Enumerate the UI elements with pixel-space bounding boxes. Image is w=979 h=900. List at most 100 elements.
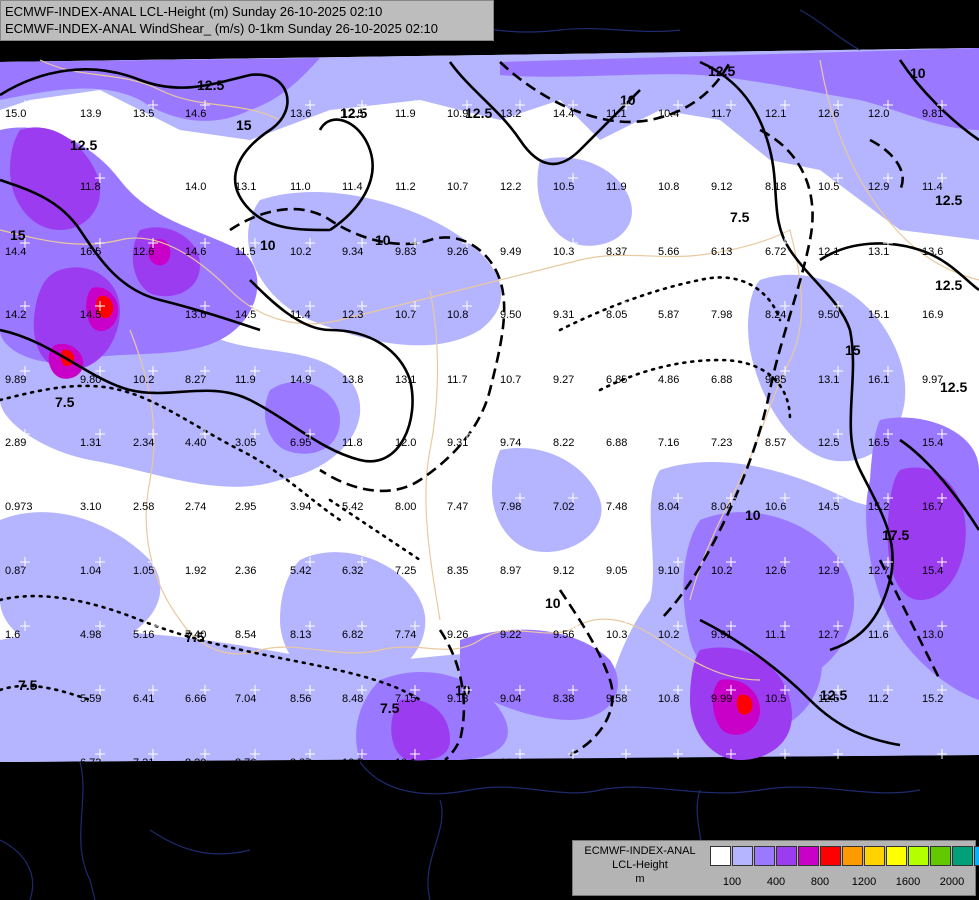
station-value: 13.6	[290, 108, 311, 120]
legend-model: ECMWF-INDEX-ANAL	[584, 845, 696, 857]
station-value: 8.05	[606, 309, 627, 321]
contour-label: 10	[910, 65, 926, 81]
station-value: 6.82	[342, 629, 363, 641]
station-value: 9.74	[500, 437, 521, 449]
station-value: 5.42	[290, 565, 311, 577]
station-value: 10.2	[658, 629, 679, 641]
map-canvas: 12.5 10 12.5 10 12.5 12.5 15 12.5 15 10 7.5 12.5 15 1…	[0, 9, 979, 900]
station-value: 7.74	[395, 629, 416, 641]
station-value: 10.5	[818, 181, 839, 193]
station-value: 9.22	[500, 629, 521, 641]
station-value: 15.0	[5, 108, 26, 120]
station-value: 6.32	[342, 565, 363, 577]
station-value: 6.72	[765, 246, 786, 258]
contour-label: 12.5	[465, 105, 492, 121]
station-value: 11.5	[235, 246, 256, 258]
station-value: 8.54	[235, 629, 256, 641]
station-value: 8.18	[765, 181, 786, 193]
station-value: 9.80	[80, 374, 101, 386]
station-value: 16.9	[922, 309, 943, 321]
station-value: 7.23	[711, 437, 732, 449]
station-value: 11.6	[868, 629, 889, 641]
legend-swatch	[754, 846, 775, 866]
contour-label: 7.5	[18, 677, 38, 693]
station-value: 8.37	[606, 246, 627, 258]
station-value: 12.6	[133, 246, 154, 258]
station-value: 14.5	[80, 309, 101, 321]
station-value: 5.16	[133, 629, 154, 641]
station-value: 9.99	[711, 693, 732, 705]
station-value: 1.6	[5, 629, 20, 641]
station-value: 8.57	[765, 437, 786, 449]
legend-tick: 100	[722, 876, 742, 888]
station-value: 8.76	[235, 757, 256, 769]
station-value: 1.31	[80, 437, 101, 449]
station-value: 13.2	[500, 108, 521, 120]
station-value: 8.04	[658, 501, 679, 513]
station-value: 5.87	[658, 309, 679, 321]
station-value: 6.66	[185, 693, 206, 705]
station-value: 11.9	[395, 108, 416, 120]
station-value: 10.8	[658, 693, 679, 705]
legend-swatch	[710, 846, 731, 866]
station-value: 10.6	[765, 501, 786, 513]
station-value: 13.5	[133, 108, 154, 120]
station-value: 1.92	[185, 565, 206, 577]
station-value: 9.27	[553, 374, 574, 386]
station-value: 9.50	[818, 309, 839, 321]
legend-tick: 1600	[895, 876, 921, 888]
station-value: 12.0	[868, 108, 889, 120]
contour-label: 15	[845, 342, 861, 358]
legend-tick: 800	[810, 876, 830, 888]
station-value: 2.58	[133, 501, 154, 513]
station-value: 14.6	[185, 246, 206, 258]
station-value: 11.6	[818, 757, 839, 769]
station-value: 2.36	[235, 565, 256, 577]
station-value: 11.4	[290, 309, 311, 321]
contour-label: 10	[620, 92, 636, 108]
station-value: 9.31	[553, 309, 574, 321]
station-value: 8.24	[765, 309, 786, 321]
legend-tick: 2000	[939, 876, 965, 888]
legend-swatch	[798, 846, 819, 866]
station-value: 7.67	[711, 757, 732, 769]
station-value: 12.6	[818, 108, 839, 120]
station-value: 9.26	[447, 246, 468, 258]
station-value: 10.5	[553, 757, 574, 769]
station-value: 9.85	[765, 374, 786, 386]
station-value: 10.8	[658, 181, 679, 193]
station-value: 9.81	[922, 108, 943, 120]
contour-label: 12.5	[70, 137, 97, 153]
station-value: 12.2	[500, 181, 521, 193]
station-value: 16.5	[868, 437, 889, 449]
station-value: 10.7	[447, 181, 468, 193]
color-legend: ECMWF-INDEX-ANAL LCL-Height m 100 400 800 1…	[572, 840, 979, 896]
station-value: 12.3	[342, 309, 363, 321]
station-value: 9.83	[395, 246, 416, 258]
station-value: 16.5	[80, 246, 101, 258]
station-value: 14.0	[185, 181, 206, 193]
station-value: 11.1	[765, 629, 786, 641]
station-value: 6.88	[606, 437, 627, 449]
station-value: 9.56	[553, 629, 574, 641]
station-value: 14.2	[5, 309, 26, 321]
station-value: 9.97	[922, 374, 943, 386]
station-value: 9.26	[447, 629, 468, 641]
station-value: 3.94	[290, 501, 311, 513]
station-value: 10.8	[447, 309, 468, 321]
station-value: 12.6	[765, 565, 786, 577]
station-value: 12.7	[868, 565, 889, 577]
station-value: 11.7	[711, 108, 732, 120]
contour-label: 12.5	[197, 77, 224, 93]
station-value: 12.5	[818, 693, 839, 705]
station-value: 10.4	[658, 108, 679, 120]
station-value: 4.86	[658, 374, 679, 386]
station-value: 10.2	[290, 246, 311, 258]
station-value: 10.5	[765, 693, 786, 705]
station-value: 7.25	[395, 565, 416, 577]
contour-label: 7.5	[730, 209, 750, 225]
station-value: 11.8	[80, 181, 101, 193]
station-value: 13.9	[80, 108, 101, 120]
title-line-1: ECMWF-INDEX-ANAL LCL-Height (m) Sunday 2…	[5, 4, 383, 19]
station-value: 15.4	[922, 437, 943, 449]
